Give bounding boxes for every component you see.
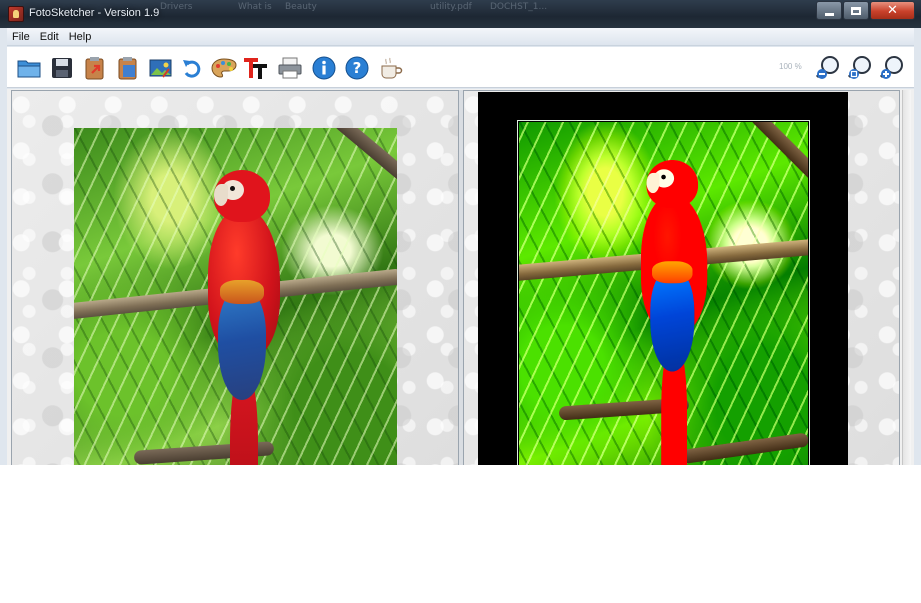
undo-button[interactable] bbox=[179, 55, 205, 81]
open-button[interactable] bbox=[16, 55, 42, 81]
picture-icon bbox=[149, 59, 172, 78]
menu-edit[interactable]: Edit bbox=[35, 29, 64, 45]
maximize-button[interactable] bbox=[843, 1, 869, 20]
coffee-cup-icon bbox=[381, 57, 403, 79]
zoom-in-icon bbox=[879, 56, 903, 79]
donate-button[interactable] bbox=[378, 55, 404, 81]
save-button[interactable] bbox=[49, 55, 75, 81]
background-taskbar-label: What is bbox=[238, 2, 272, 12]
image-button[interactable] bbox=[148, 55, 174, 81]
svg-text:?: ? bbox=[353, 59, 362, 77]
parrot bbox=[641, 160, 715, 465]
printer-icon bbox=[278, 57, 302, 79]
zoom-out-button[interactable] bbox=[815, 55, 841, 81]
zoom-out-icon bbox=[815, 56, 839, 79]
background-taskbar-label: utility.pdf bbox=[430, 2, 472, 12]
background-taskbar-label: Beauty bbox=[285, 2, 317, 12]
info-button[interactable] bbox=[311, 55, 337, 81]
zoom-level: 100 % bbox=[779, 62, 802, 71]
floppy-disk-icon bbox=[52, 58, 72, 78]
menu-help[interactable]: Help bbox=[64, 29, 97, 45]
undo-arrow-icon bbox=[183, 60, 201, 78]
vertical-scrollbar[interactable] bbox=[902, 90, 911, 465]
workspace bbox=[7, 89, 914, 465]
zoom-fit-icon bbox=[847, 56, 871, 79]
paste-result-button[interactable] bbox=[115, 55, 141, 81]
window-title: FotoSketcher - Version 1.9 bbox=[29, 7, 160, 19]
help-icon: ? bbox=[345, 56, 369, 80]
result-image-pane[interactable] bbox=[463, 90, 900, 465]
text-icon bbox=[244, 58, 267, 79]
zoom-in-button[interactable] bbox=[879, 55, 905, 81]
print-button[interactable] bbox=[277, 55, 303, 81]
close-button[interactable]: ✕ bbox=[870, 1, 915, 20]
zoom-fit-button[interactable] bbox=[847, 55, 873, 81]
parrot bbox=[208, 170, 298, 465]
result-frame bbox=[478, 92, 848, 465]
palette-icon bbox=[211, 58, 237, 78]
toolbar: ? 100 % bbox=[7, 47, 914, 88]
add-text-button[interactable] bbox=[243, 55, 269, 81]
paste-original-button[interactable] bbox=[82, 55, 108, 81]
maximize-icon bbox=[851, 6, 861, 15]
menu-file[interactable]: File bbox=[7, 29, 35, 45]
clipboard-icon bbox=[118, 57, 137, 80]
help-button[interactable]: ? bbox=[344, 55, 370, 81]
result-sketch[interactable] bbox=[517, 120, 810, 465]
clipboard-arrow-icon bbox=[85, 57, 104, 80]
close-icon: ✕ bbox=[887, 3, 898, 18]
fotosketcher-window: Drivers What is Beauty utility.pdf DOCHS… bbox=[0, 0, 921, 465]
menu-bar: File Edit Help bbox=[7, 28, 914, 46]
original-image-pane[interactable] bbox=[11, 90, 459, 465]
info-icon bbox=[312, 56, 336, 80]
folder-icon bbox=[17, 60, 41, 78]
title-bar[interactable]: Drivers What is Beauty utility.pdf DOCHS… bbox=[0, 0, 921, 28]
background-taskbar-label: DOCHST_1... bbox=[490, 2, 548, 12]
drawing-parameters-button[interactable] bbox=[211, 55, 237, 81]
original-photo[interactable] bbox=[74, 128, 397, 465]
app-icon[interactable] bbox=[8, 6, 24, 22]
minimize-button[interactable] bbox=[816, 1, 842, 20]
minimize-icon bbox=[824, 12, 834, 16]
background-taskbar-label: Drivers bbox=[160, 2, 193, 12]
